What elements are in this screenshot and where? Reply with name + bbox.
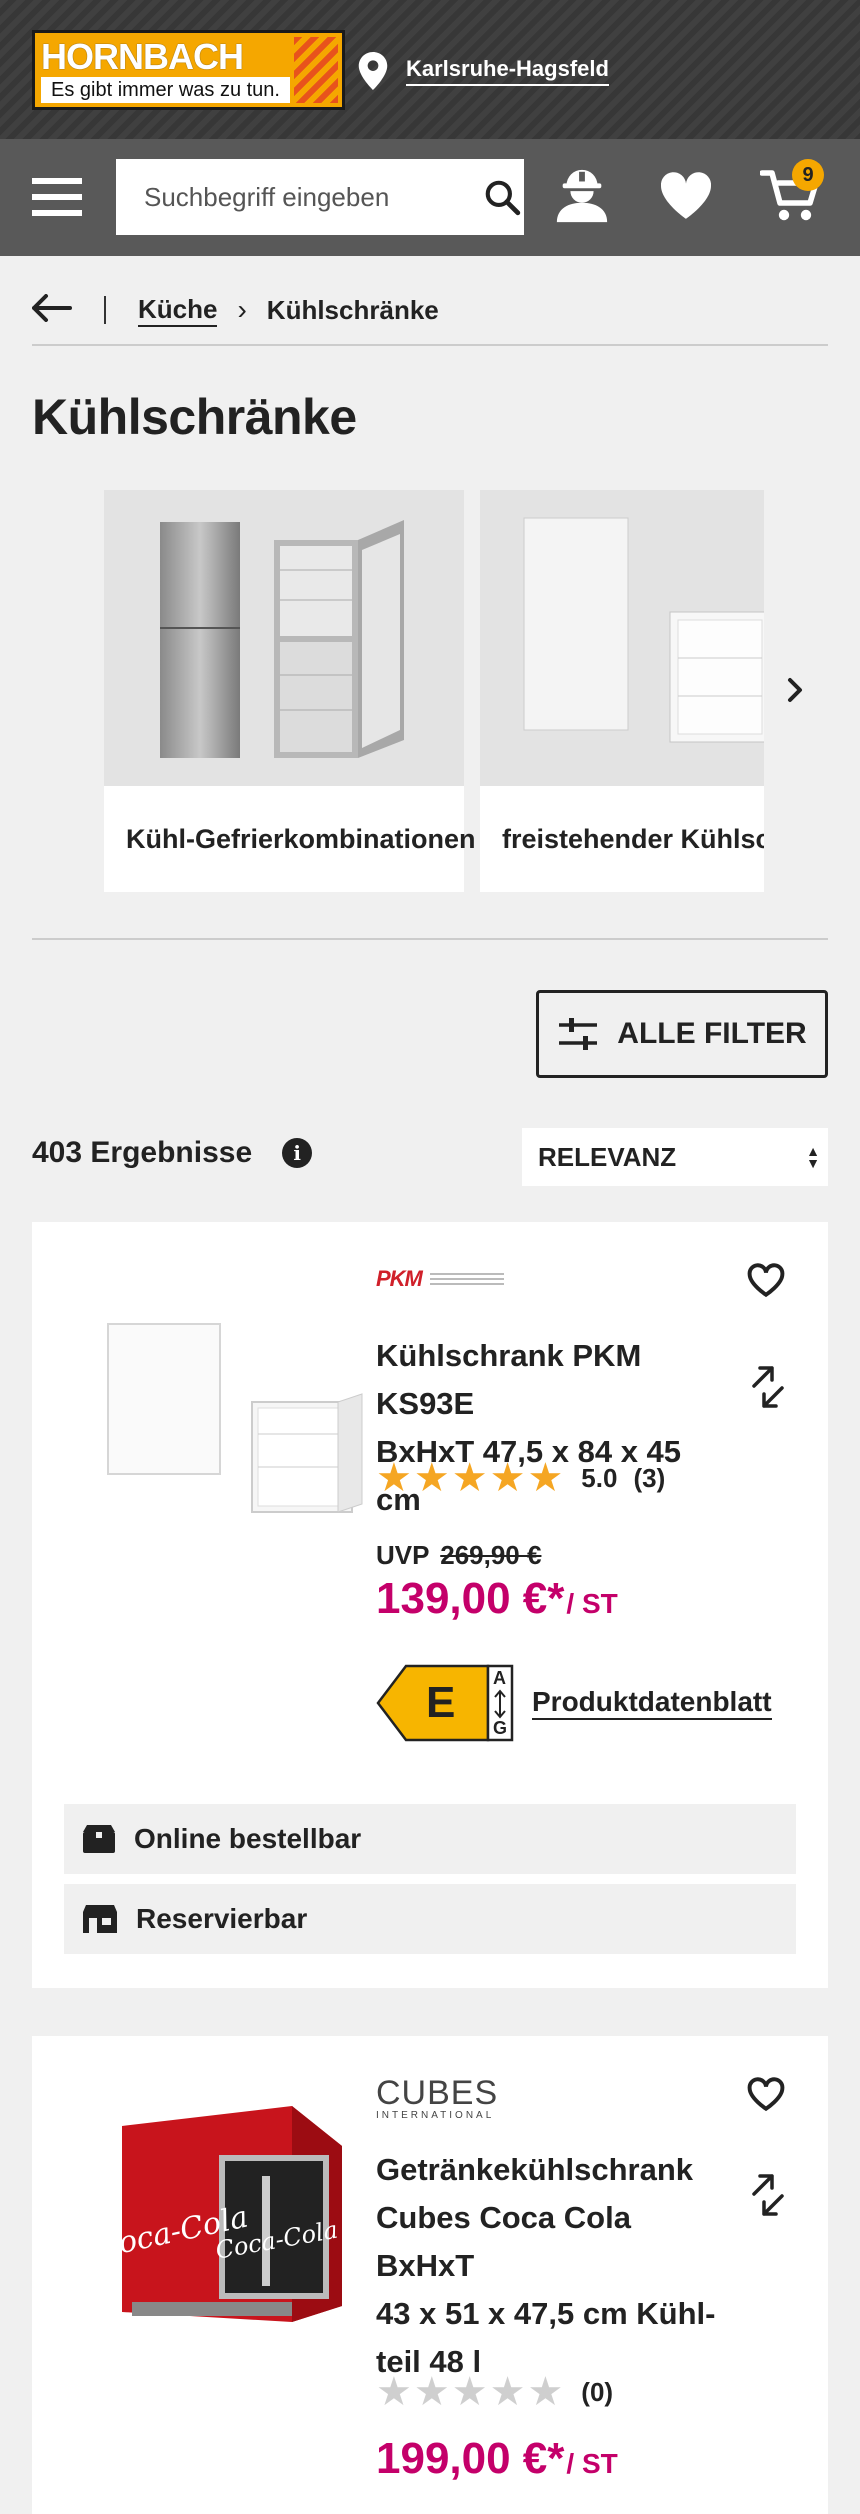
results-count-text: 403 Ergebnisse [32,1136,253,1169]
product-title-line: 43 x 51 x 47,5 cm Kühl- [376,2296,716,2331]
brand-tagline-lines [429,1273,504,1285]
energy-label-row: E A G Produktdatenblatt [376,1664,772,1742]
search-input[interactable] [116,159,479,235]
search-box [116,159,524,235]
product-price: 199,00 €* / ST [376,2434,618,2484]
rating-value: 5.0 [581,1462,618,1493]
logo-wordmark: HORNBACH [41,37,290,77]
star-filled-icon: ★ [451,1456,488,1500]
product-title[interactable]: Getränkekühlschrank Cubes Coca Cola BxHx… [376,2146,716,2386]
price-unit: / ST [566,2448,618,2479]
energy-class-badge[interactable]: E A G [376,1664,514,1742]
availability-reserve-text: Reservierbar [136,1903,308,1934]
product-image[interactable] [72,1262,372,1522]
compare-arrows-icon[interactable] [746,1362,790,1412]
product-title-line: Getränkekühlschrank [376,2152,694,2187]
availability-online-text: Online bestellbar [134,1823,362,1854]
product-title-line: Cubes Coca Cola BxHxT [376,2200,631,2283]
sort-arrows-icon: ▲ ▼ [806,1143,820,1171]
star-filled-icon: ★ [413,1456,450,1500]
cart-icon[interactable]: 9 [758,159,824,227]
wishlist-heart-icon[interactable] [746,1262,790,1302]
brand-logo-pkm: PKM [376,1266,504,1292]
search-icon[interactable] [479,159,524,235]
product-price: 139,00 €* / ST [376,1574,618,1624]
star-empty-icon: ★ [489,2370,526,2414]
uvp-value: 269,90 € [440,1540,542,1570]
back-arrow-icon[interactable] [32,293,72,327]
category-card-kuehl-gefrier[interactable]: Kühl-Gefrierkombinationen [104,490,476,892]
breadcrumb-current: Kühlschränke [266,294,439,325]
results-count: 403 Ergebnisse i [32,1136,313,1170]
price-value: 199,00 €* [376,2434,565,2483]
price-unit: / ST [566,1588,618,1619]
logo-stripes [294,37,338,103]
sort-selected-value: RELEVANZ [538,1141,677,1172]
nav-bar: 9 [0,139,860,256]
all-filters-button[interactable]: ALLE FILTER [536,990,828,1078]
section-divider [32,938,828,940]
store-icon [83,1905,117,1933]
brand-name: PKM [376,1266,423,1291]
uvp-label: UVP [376,1540,429,1570]
product-rating[interactable]: ★ ★ ★ ★ ★ (0) [376,2372,613,2412]
account-icon[interactable] [550,163,614,227]
wishlist-heart-icon[interactable] [746,2076,790,2116]
store-location[interactable]: Karlsruhe-Hagsfeld [358,52,609,90]
product-rating[interactable]: ★ ★ ★ ★ ★ 5.0 (3) [376,1458,665,1498]
star-filled-icon: ★ [527,1456,564,1500]
review-count: (3) [633,1462,666,1493]
star-filled-icon: ★ [376,1456,412,1500]
star-empty-icon: ★ [527,2370,564,2414]
category-image [480,490,764,786]
hamburger-menu-icon[interactable] [32,178,82,218]
hornbach-logo[interactable]: HORNBACH Es gibt immer was zu tun. [32,30,345,110]
availability-reserve: Reservierbar [64,1884,796,1954]
location-pin-icon [358,52,388,90]
star-empty-icon: ★ [376,2370,412,2414]
energy-scale-bottom: G [493,1718,508,1738]
brand-logo-cubes: CUBES INTERNATIONAL [376,2076,498,2121]
product-datasheet-link[interactable]: Produktdatenblatt [532,1686,772,1720]
brand-bar: HORNBACH Es gibt immer was zu tun. Karls… [0,0,860,139]
sort-select[interactable]: RELEVANZ ▲ ▼ [522,1128,828,1186]
info-icon[interactable]: i [282,1138,313,1168]
uvp-price: UVP 269,90 € [376,1540,541,1571]
breadcrumb-kueche-link[interactable]: Küche [138,294,218,327]
review-count: (0) [581,2376,614,2407]
star-filled-icon: ★ [489,1456,526,1500]
cart-count-badge: 9 [792,159,824,191]
star-empty-icon: ★ [451,2370,488,2414]
wishlist-heart-icon[interactable] [654,163,718,227]
price-value: 139,00 €* [376,1574,565,1623]
page-title: Kühlschränke [32,389,357,445]
energy-class-letter: E [426,1678,456,1727]
category-card-freistehend[interactable]: freistehender Kühlschrank [480,490,764,892]
product-image[interactable]: Coca-Cola Coca-Cola [72,2076,372,2336]
category-carousel: Kühl-Gefrierkombinationen freistehender … [104,490,764,892]
energy-scale-top: A [493,1668,506,1688]
package-icon [83,1825,115,1853]
logo-slogan: Es gibt immer was zu tun. [41,77,290,103]
product-card[interactable]: Coca-Cola Coca-Cola CUBES INTERNATIONAL … [32,2036,828,2514]
star-empty-icon: ★ [413,2370,450,2414]
chevron-right-icon: › [237,294,247,325]
availability-online: Online bestellbar [64,1804,796,1874]
category-label: Kühl-Gefrierkombinationen [126,823,476,854]
compare-arrows-icon[interactable] [746,2170,790,2220]
breadcrumb-separator [104,296,106,324]
all-filters-label: ALLE FILTER [617,1017,807,1050]
carousel-next-chevron-icon[interactable] [776,670,816,710]
category-image [104,490,464,786]
brand-name: CUBES [376,2074,499,2112]
brand-subtitle: INTERNATIONAL [376,2110,495,2121]
product-card[interactable]: PKM Kühlschrank PKM KS93E BxHxT 47,5 x 8… [32,1222,828,1988]
breadcrumb: Küche › Kühlschränke [32,276,828,346]
filter-sliders-icon [559,1018,598,1050]
category-label: freistehender Kühlschrank [502,823,764,854]
product-title-line: Kühlschrank PKM KS93E [376,1338,642,1421]
location-name: Karlsruhe-Hagsfeld [406,56,609,86]
